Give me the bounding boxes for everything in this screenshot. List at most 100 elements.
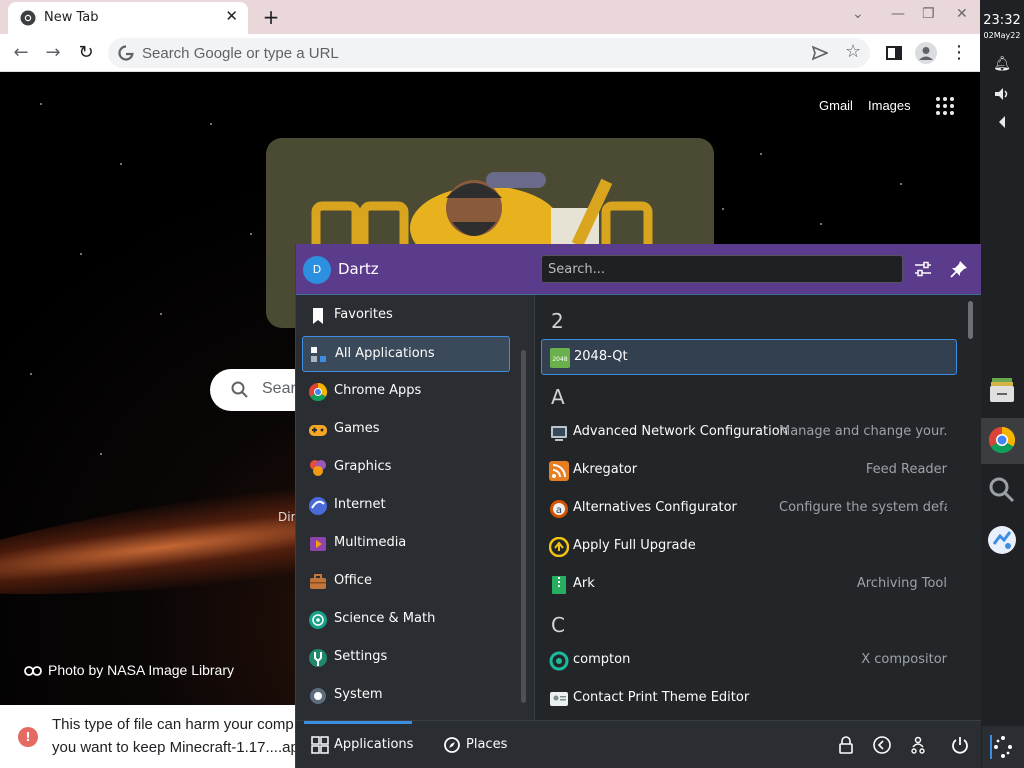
tab-new-tab[interactable]: New Tab ✕ [8,2,248,34]
app-compton[interactable]: compton X compositor [541,643,957,679]
star [210,123,212,125]
pin-icon[interactable] [948,258,970,280]
new-tab-button[interactable]: + [258,4,284,30]
google-apps-icon[interactable] [936,97,956,117]
user-avatar[interactable]: D [303,256,331,284]
app-description: Manage and change your... [779,424,947,439]
side-panel-icon[interactable] [886,46,902,60]
power-icon[interactable] [950,735,970,755]
bookmark-star-icon[interactable]: ☆ [845,41,861,62]
category-label: Games [334,421,380,436]
close-window-icon[interactable]: ✕ [956,6,968,22]
kde-connect-icon[interactable] [986,524,1018,556]
omnibox[interactable]: ☆ [108,38,870,68]
app-description: Archiving Tool [856,576,947,591]
applications-grid-icon [311,736,329,754]
gmail-link[interactable]: Gmail [819,98,853,113]
app-alternatives-configurator[interactable]: a Alternatives Configurator Configure th… [541,491,957,527]
category-list: Favorites All Applications Chrome Apps G… [296,295,534,720]
ntp-search-placeholder: Sear [262,380,296,397]
shortcut-label-partial[interactable]: Dir [278,510,296,524]
rss-icon [549,461,569,481]
tab-applications[interactable]: Applications [304,721,413,768]
browser-toolbar: ← → ↻ ☆ ⋮ [0,34,980,72]
reload-icon[interactable]: ↻ [75,42,97,64]
tab-search-icon[interactable]: ⌄ [852,6,864,22]
minimize-icon[interactable]: — [891,6,905,22]
app-name: Advanced Network Configuration [573,424,788,439]
more-menu-icon[interactable]: ⋮ [948,42,970,64]
launcher-search-input[interactable] [541,255,903,283]
omnibox-input[interactable] [142,43,782,63]
star [40,103,42,105]
star [30,373,32,375]
search-icon [231,381,248,398]
category-graphics[interactable]: Graphics [302,450,510,486]
category-label: All Applications [335,346,435,361]
category-label: Office [334,573,372,588]
category-system[interactable]: System [302,678,510,714]
forward-icon[interactable]: → [42,42,64,64]
tab-close-icon[interactable]: ✕ [225,7,238,25]
category-favorites[interactable]: Favorites [302,298,510,334]
logout-icon[interactable] [872,735,892,755]
profile-avatar[interactable] [915,42,937,64]
restore-icon[interactable]: ❐ [922,6,935,22]
app-name: Ark [573,576,595,591]
category-internet[interactable]: Internet [302,488,510,524]
compton-icon [549,651,569,671]
files-app-icon[interactable] [986,374,1018,406]
send-icon[interactable] [812,45,828,61]
app-ark[interactable]: Ark Archiving Tool [541,567,957,603]
star [760,153,762,155]
collapse-arrow-icon[interactable] [992,112,1012,132]
category-science-math[interactable]: Science & Math [302,602,510,638]
tab-places[interactable]: Places [436,721,516,768]
app-2048-qt[interactable]: 2048 2048-Qt [541,339,957,375]
app-advanced-network-configuration[interactable]: Advanced Network Configuration Manage an… [541,415,957,451]
network-icon [551,426,567,441]
configure-filter-icon[interactable] [912,258,934,280]
category-office[interactable]: Office [302,564,510,600]
category-games[interactable]: Games [302,412,510,448]
category-chrome-apps[interactable]: Chrome Apps [302,374,510,410]
kde-launcher-button[interactable] [982,726,1024,768]
category-label: Chrome Apps [334,383,422,398]
bookmark-icon [313,308,323,324]
app-description: Feed Reader [865,462,947,477]
svg-text:a: a [556,505,562,516]
category-scrollbar[interactable] [521,350,526,703]
svg-text:2048: 2048 [552,356,567,363]
category-multimedia[interactable]: Multimedia [302,526,510,562]
volume-icon[interactable] [992,84,1012,104]
back-icon[interactable]: ← [10,42,32,64]
lock-screen-icon[interactable] [836,735,856,755]
notification-bell-icon[interactable]: 🔔︎ [992,54,1012,74]
app-akregator[interactable]: Akregator Feed Reader [541,453,957,489]
user-name: Dartz [338,260,379,278]
switch-user-icon[interactable] [908,735,928,755]
category-label: Graphics [334,459,392,474]
star [900,183,902,185]
star [160,313,162,315]
chrome-favicon-icon [20,10,36,26]
app-apply-full-upgrade[interactable]: Apply Full Upgrade [541,529,957,565]
multimedia-icon [310,537,326,551]
clock-date[interactable]: 02May22 [980,31,1024,40]
clock-time[interactable]: 23:32 [980,13,1024,28]
images-link[interactable]: Images [868,98,911,113]
app-description: X compositor [861,652,947,667]
app-contact-print-theme-editor[interactable]: Contact Print Theme Editor [541,681,957,717]
star [722,208,724,210]
app-name: Akregator [573,462,638,477]
category-settings[interactable]: Settings [302,640,510,676]
download-warning-line2: you want to keep Minecraft-1.17....ap [52,739,299,756]
search-app-icon[interactable] [986,474,1018,506]
applications-scrollbar[interactable] [968,301,973,339]
category-label: Multimedia [334,535,407,550]
category-all-applications[interactable]: All Applications [302,336,510,372]
category-label: Settings [334,649,388,664]
chrome-icon [309,383,328,402]
tab-places-label: Places [466,737,508,752]
chrome-app-icon[interactable] [986,424,1018,456]
